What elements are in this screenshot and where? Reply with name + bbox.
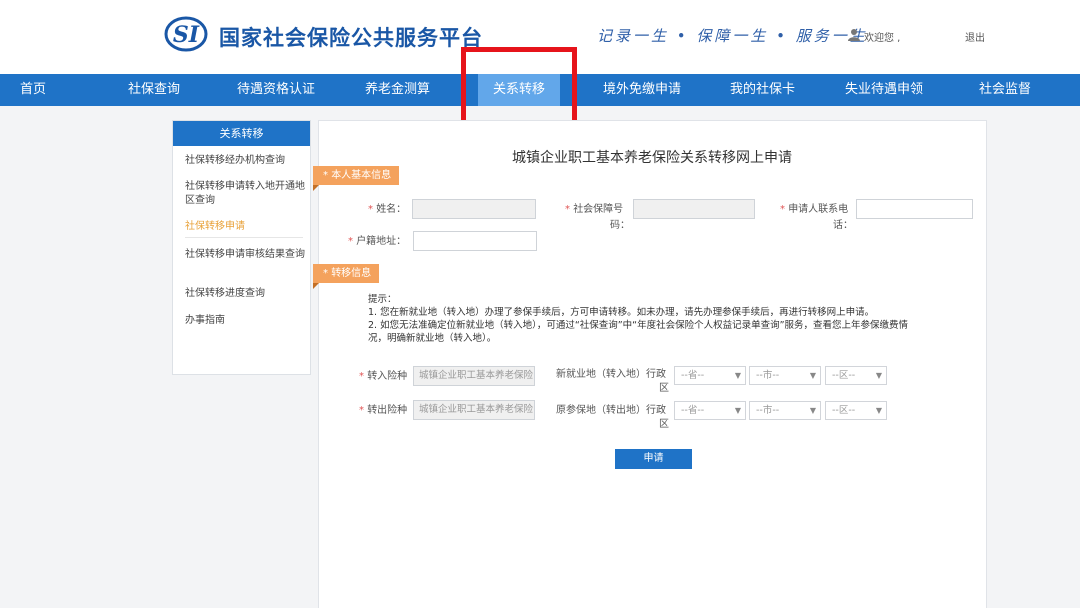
name-label: * 姓名：: [368, 204, 407, 215]
in-region-label: 新就业地（转入地）行政: [556, 369, 666, 380]
out-district-select[interactable]: --区-- ▼: [825, 401, 887, 420]
in-city-select[interactable]: --市-- ▼: [749, 366, 821, 385]
ssn-label: * 社会保障号: [565, 204, 624, 215]
tip-2-cont: 况，明确新就业地（转入地）。: [368, 333, 497, 344]
nav-item-social-card[interactable]: 我的社保卡: [730, 74, 795, 106]
nav-item-pension-calc[interactable]: 养老金测算: [365, 74, 430, 106]
in-district-select[interactable]: --区-- ▼: [825, 366, 887, 385]
name-field[interactable]: [412, 199, 536, 219]
chevron-down-icon: ▼: [875, 371, 882, 380]
section-tag-star: *: [323, 170, 328, 181]
section-basic-info: * 本人基本信息: [313, 166, 400, 191]
sidebar-item-progress-query[interactable]: 社保转移进度查询: [185, 287, 305, 301]
chevron-down-icon: ▼: [734, 406, 741, 415]
section-transfer-label: 转移信息: [331, 268, 372, 279]
sidebar-item-agency-query[interactable]: 社保转移经办机构查询: [185, 154, 305, 168]
in-type-field[interactable]: 城镇企业职工基本养老保险: [413, 366, 535, 386]
ssn-field[interactable]: [633, 199, 755, 219]
nav-item-certification[interactable]: 待遇资格认证: [237, 74, 315, 106]
out-type-field[interactable]: 城镇企业职工基本养老保险: [413, 400, 535, 420]
phone-label-suffix: 话：: [833, 220, 853, 231]
out-city-select[interactable]: --市-- ▼: [749, 401, 821, 420]
section-basic-label: 本人基本信息: [331, 170, 392, 181]
nav-item-supervision[interactable]: 社会监督: [979, 74, 1031, 106]
header: SI 国家社会保险公共服务平台 记录一生 • 保障一生 • 服务一生 欢迎您 ,…: [0, 0, 1080, 74]
phone-field[interactable]: [856, 199, 973, 219]
tips-block: 提示： 1. 您在新就业地（转入地）办理了参保手续后，方可申请转移。如未办理，请…: [368, 293, 968, 345]
nav-item-query[interactable]: 社保查询: [128, 74, 180, 106]
logo-text: SI: [173, 22, 200, 48]
tip-2: 2. 如您无法准确定位新就业地（转入地），可通过“社保查询”中“年度社会保险个人…: [368, 320, 909, 331]
out-province-select[interactable]: --省-- ▼: [674, 401, 746, 420]
ssn-label-suffix: 码：: [610, 220, 630, 231]
submit-button[interactable]: 申请: [615, 449, 692, 469]
tip-1: 1. 您在新就业地（转入地）办理了参保手续后，方可申请转移。如未办理，请先办理参…: [368, 307, 875, 318]
section-tag-star: *: [323, 268, 328, 279]
sidebar-divider: [185, 237, 303, 238]
tips-title: 提示：: [368, 294, 397, 305]
address-label: * 户籍地址：: [348, 236, 407, 247]
sidebar-item-transfer-apply[interactable]: 社保转移申请: [185, 220, 305, 234]
out-region-label-suffix: 区: [659, 419, 669, 430]
sidebar: 关系转移 社保转移经办机构查询 社保转移申请转入地开通地区查询 社保转移申请 社…: [172, 120, 311, 375]
si-logo-icon: SI: [164, 16, 208, 52]
sidebar-item-region-query[interactable]: 社保转移申请转入地开通地区查询: [185, 180, 305, 208]
site-title: 国家社会保险公共服务平台: [219, 26, 483, 50]
nav-item-transfer[interactable]: 关系转移: [478, 74, 560, 106]
section-transfer-info: * 转移信息: [313, 264, 380, 289]
main-nav: 首页 社保查询 待遇资格认证 养老金测算 关系转移 境外免缴申请 我的社保卡 失…: [0, 74, 1080, 106]
out-type-label: * 转出险种: [359, 405, 408, 416]
chevron-down-icon: ▼: [809, 371, 816, 380]
in-province-select[interactable]: --省-- ▼: [674, 366, 746, 385]
sidebar-item-guide[interactable]: 办事指南: [185, 314, 305, 328]
chevron-down-icon: ▼: [875, 406, 882, 415]
nav-item-home[interactable]: 首页: [20, 74, 46, 106]
chevron-down-icon: ▼: [809, 406, 816, 415]
phone-label: * 申请人联系电: [780, 204, 849, 215]
form-title: 城镇企业职工基本养老保险关系转移网上申请: [512, 150, 792, 166]
address-field[interactable]: [413, 231, 537, 251]
slogan: 记录一生 • 保障一生 • 服务一生: [597, 27, 868, 45]
welcome-text: 欢迎您 ,: [864, 33, 901, 44]
logout-link[interactable]: 退出: [965, 29, 985, 44]
in-type-label: * 转入险种: [359, 371, 408, 382]
chevron-down-icon: ▼: [734, 371, 741, 380]
main-panel: 城镇企业职工基本养老保险关系转移网上申请 * 本人基本信息 * 姓名： * 社会…: [313, 120, 987, 608]
in-region-label-suffix: 区: [659, 383, 669, 394]
nav-item-overseas-exemption[interactable]: 境外免缴申请: [603, 74, 681, 106]
sidebar-item-review-result[interactable]: 社保转移申请审核结果查询: [185, 248, 305, 262]
out-region-label: 原参保地（转出地）行政: [556, 405, 666, 416]
user-icon: [848, 29, 860, 41]
nav-item-unemployment[interactable]: 失业待遇申领: [845, 74, 923, 106]
sidebar-title: 关系转移: [173, 121, 310, 146]
